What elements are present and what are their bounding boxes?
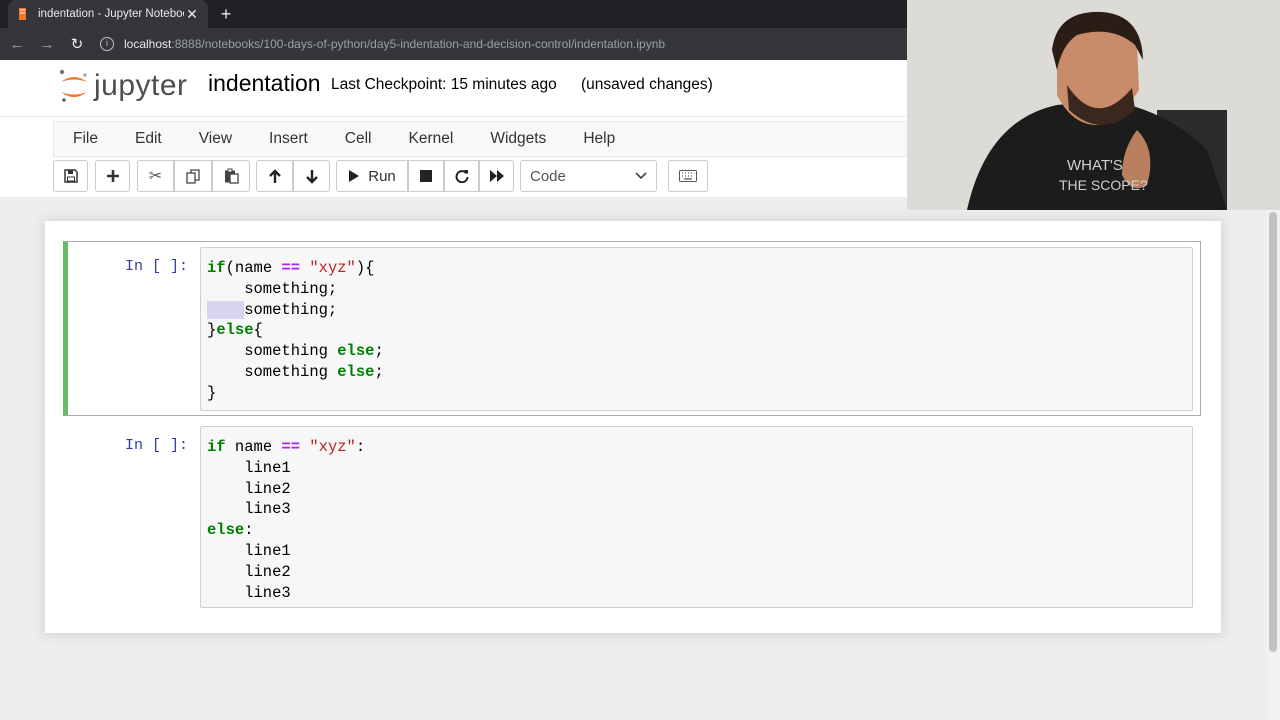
copy-icon bbox=[185, 168, 200, 184]
cell-prompt: In [ ]: bbox=[125, 437, 189, 454]
cell-prompt: In [ ]: bbox=[125, 258, 189, 275]
command-palette-button[interactable] bbox=[668, 160, 708, 192]
save-icon bbox=[63, 169, 78, 183]
code-line-2: something; bbox=[207, 279, 338, 298]
code-line-6: line1 bbox=[207, 541, 291, 560]
notebook-toolbar: ✂ Run Code bbox=[0, 157, 907, 197]
menu-cell[interactable]: Cell bbox=[345, 130, 372, 148]
code-line-1: if name == "xyz": bbox=[207, 438, 366, 456]
arrow-up-icon bbox=[268, 168, 281, 183]
code-text[interactable]: if(name == "xyz"){ something; something;… bbox=[201, 248, 1192, 414]
url-host: localhost bbox=[124, 37, 172, 51]
copy-button[interactable] bbox=[174, 160, 212, 192]
checkpoint-status: Last Checkpoint: 15 minutes ago bbox=[331, 76, 557, 93]
code-line-1: if(name == "xyz"){ bbox=[207, 259, 375, 277]
scissors-icon: ✂ bbox=[148, 168, 163, 185]
menu-view[interactable]: View bbox=[199, 130, 232, 148]
jupyter-logo-icon bbox=[59, 69, 87, 102]
menu-insert[interactable]: Insert bbox=[269, 130, 308, 148]
interrupt-button[interactable] bbox=[408, 160, 444, 192]
menu-bar: File Edit View Insert Cell Kernel Widget… bbox=[0, 116, 907, 157]
notebook-container: In [ ]: if(name == "xyz"){ something; so… bbox=[45, 221, 1221, 633]
move-down-button[interactable] bbox=[293, 160, 330, 192]
play-icon bbox=[349, 170, 360, 182]
url-path: :8888/notebooks/100-days-of-python/day5-… bbox=[171, 37, 666, 51]
back-icon[interactable]: ← bbox=[4, 31, 30, 57]
menu-help[interactable]: Help bbox=[583, 130, 615, 148]
menu-widgets[interactable]: Widgets bbox=[490, 130, 546, 148]
code-line-3: something; bbox=[207, 300, 337, 319]
cut-button[interactable]: ✂ bbox=[137, 160, 174, 192]
shirt-text-line1: WHAT'S bbox=[1067, 157, 1123, 174]
paste-button[interactable] bbox=[212, 160, 250, 192]
restart-icon bbox=[455, 170, 468, 183]
stop-icon bbox=[420, 170, 432, 182]
code-editor[interactable]: if name == "xyz": line1 line2 line3 else… bbox=[200, 426, 1193, 608]
logo-text: jupyter bbox=[94, 69, 188, 102]
insert-cell-button[interactable] bbox=[95, 160, 130, 192]
arrow-down-icon bbox=[305, 169, 318, 184]
fast-forward-icon bbox=[489, 170, 504, 182]
code-line-7: line2 bbox=[207, 562, 291, 581]
cell-type-select[interactable]: Code bbox=[520, 160, 657, 192]
paste-icon bbox=[224, 168, 239, 184]
notebook-header: jupyter indentation Last Checkpoint: 15 … bbox=[0, 60, 907, 116]
code-line-5: else: bbox=[207, 521, 254, 540]
jupyter-favicon-icon bbox=[16, 7, 30, 21]
forward-icon[interactable]: → bbox=[34, 31, 60, 57]
code-line-2: line1 bbox=[207, 458, 291, 477]
cell-type-value: Code bbox=[530, 167, 566, 185]
code-line-3: line2 bbox=[207, 479, 291, 498]
restart-button[interactable] bbox=[444, 160, 479, 192]
run-button[interactable]: Run bbox=[336, 160, 408, 192]
move-up-button[interactable] bbox=[256, 160, 293, 192]
menu-kernel[interactable]: Kernel bbox=[409, 130, 454, 148]
webcam-overlay: WHAT'S THE SCOPE? bbox=[907, 0, 1280, 210]
save-button[interactable] bbox=[53, 160, 88, 192]
code-text[interactable]: if name == "xyz": line1 line2 line3 else… bbox=[201, 427, 1192, 613]
restart-run-all-button[interactable] bbox=[479, 160, 514, 192]
site-info-icon[interactable]: i bbox=[100, 37, 114, 51]
browser-tab[interactable]: indentation - Jupyter Notebook ✕ bbox=[8, 0, 208, 28]
reload-icon[interactable]: ↻ bbox=[64, 31, 90, 57]
url-field[interactable]: i localhost:8888/notebooks/100-days-of-p… bbox=[100, 37, 665, 51]
code-cell-2[interactable]: In [ ]: if name == "xyz": line1 line2 li… bbox=[63, 421, 1201, 611]
code-editor[interactable]: if(name == "xyz"){ something; something;… bbox=[200, 247, 1193, 411]
close-tab-icon[interactable]: ✕ bbox=[184, 6, 200, 23]
notebook-name[interactable]: indentation bbox=[208, 70, 321, 97]
jupyter-logo[interactable]: jupyter bbox=[58, 68, 188, 104]
tab-title: indentation - Jupyter Notebook bbox=[38, 8, 184, 20]
scrollbar-thumb[interactable] bbox=[1269, 212, 1277, 652]
new-tab-icon[interactable]: + bbox=[216, 4, 236, 24]
presenter-video: WHAT'S THE SCOPE? bbox=[907, 0, 1280, 210]
page-scrollbar[interactable] bbox=[1266, 210, 1280, 720]
run-label: Run bbox=[368, 167, 396, 185]
menu-edit[interactable]: Edit bbox=[135, 130, 162, 148]
code-line-5: something else; bbox=[207, 342, 384, 361]
keyboard-icon bbox=[679, 170, 697, 182]
unsaved-status: (unsaved changes) bbox=[581, 76, 713, 93]
shirt-text-line2: THE SCOPE? bbox=[1059, 177, 1148, 193]
plus-icon bbox=[106, 170, 119, 182]
chevron-down-icon bbox=[635, 172, 647, 180]
code-line-6: something else; bbox=[207, 362, 384, 381]
menu-file[interactable]: File bbox=[73, 130, 98, 148]
code-line-7: } bbox=[207, 383, 217, 402]
browser-tabstrip: indentation - Jupyter Notebook ✕ + bbox=[0, 0, 907, 28]
address-bar: ← → ↻ i localhost:8888/notebooks/100-day… bbox=[0, 28, 907, 60]
code-line-8: line3 bbox=[207, 583, 291, 602]
code-cell-1[interactable]: In [ ]: if(name == "xyz"){ something; so… bbox=[63, 241, 1201, 416]
menu-container: File Edit View Insert Cell Kernel Widget… bbox=[53, 121, 907, 157]
code-line-4: line3 bbox=[207, 500, 291, 519]
code-line-4: }else{ bbox=[207, 321, 263, 340]
